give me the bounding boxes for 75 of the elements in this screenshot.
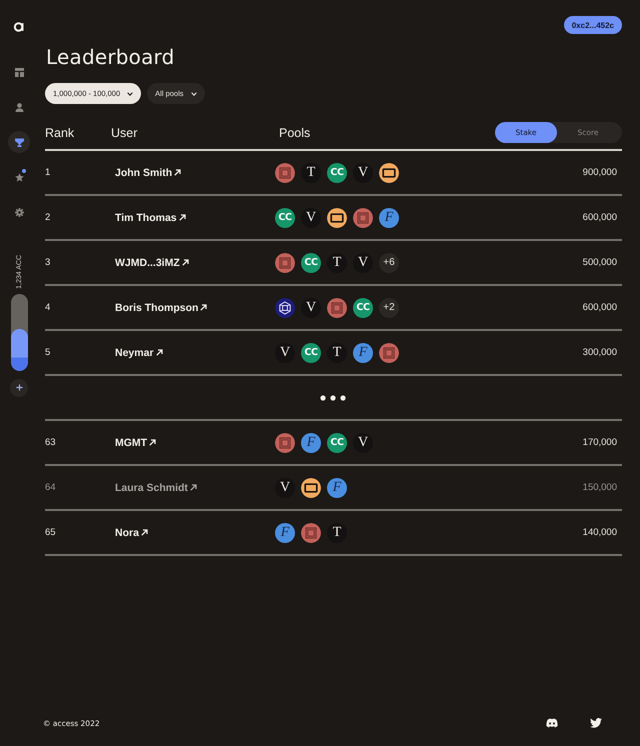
pool-logo: V — [301, 298, 321, 318]
column-header: Rank — [45, 126, 74, 140]
pool-logo: F — [301, 432, 321, 452]
pool-logo: T — [327, 342, 347, 362]
column-header: Pools — [279, 126, 310, 140]
rank-number: 5 — [45, 347, 50, 358]
arrow-up-right-icon — [182, 259, 189, 266]
pool-logo: V — [353, 162, 373, 182]
rank-number: 64 — [45, 482, 56, 493]
stake-value: 170,000 — [582, 437, 617, 448]
stake-value: 150,000 — [582, 482, 617, 493]
pool-logo: CC — [301, 252, 321, 272]
user-link[interactable]: Neymar — [115, 346, 163, 358]
pool-logo: T — [327, 252, 347, 272]
user-link[interactable]: John Smith — [115, 166, 182, 178]
page-title: Leaderboard — [46, 45, 175, 69]
pool-logo: V — [353, 432, 373, 452]
stake-value: 500,000 — [582, 257, 617, 268]
chevron-down-icon — [127, 92, 134, 96]
pool-logo: F — [275, 522, 295, 542]
arrow-up-right-icon — [156, 349, 163, 356]
user-link[interactable]: Boris Thompson — [115, 302, 208, 314]
chevron-down-icon — [190, 92, 197, 96]
rank-number: 3 — [45, 257, 50, 268]
pool-logo: CC — [327, 162, 347, 182]
user-link[interactable]: Nora — [115, 526, 148, 538]
pool-logo: F — [327, 478, 347, 498]
stake-value: 140,000 — [582, 527, 617, 538]
user-link[interactable]: WJMD...3iMZ — [115, 256, 189, 268]
rank-number: 1 — [45, 167, 50, 178]
trophy-icon — [14, 138, 24, 146]
pool-logo: V — [275, 342, 295, 362]
pool-logo: CC — [301, 342, 321, 362]
pool-logo: CC — [353, 298, 373, 318]
user-link[interactable]: Laura Schmidt — [115, 482, 197, 494]
arrow-up-right-icon — [174, 169, 182, 176]
person-icon — [14, 102, 24, 112]
ellipsis-icon — [320, 394, 346, 400]
gear-icon — [14, 208, 24, 216]
add-button[interactable] — [10, 378, 28, 397]
rank-number: 63 — [45, 437, 56, 448]
pool-logo: V — [353, 252, 373, 272]
discord-icon[interactable] — [546, 718, 558, 728]
user-link[interactable]: MGMT — [115, 436, 156, 448]
wallet-address-button[interactable]: 0xc2...452c — [564, 16, 622, 34]
stake-value: 600,000 — [582, 302, 617, 313]
pool-logo: CC — [327, 432, 347, 452]
pool-logo: T — [301, 162, 321, 182]
sidebar-nav-button[interactable] — [8, 131, 30, 153]
pool-logo: T — [327, 522, 347, 542]
rank-number: 4 — [45, 302, 50, 313]
pool-logo: V — [301, 208, 321, 228]
user-link[interactable]: Tim Thomas — [115, 212, 186, 224]
logo-icon[interactable] — [12, 20, 26, 33]
rank-number: 65 — [45, 527, 56, 538]
rank-number: 2 — [45, 212, 50, 223]
bird-icon[interactable] — [590, 718, 602, 728]
pool-logo: CC — [275, 208, 295, 228]
more-pools-count: +6 — [379, 252, 399, 272]
arrow-up-right-icon — [149, 439, 156, 446]
arrow-up-right-icon — [140, 529, 148, 536]
arrow-up-right-icon — [190, 484, 197, 491]
pool-logo: V — [275, 478, 295, 498]
arrow-up-right-icon — [200, 304, 208, 311]
stake-value: 300,000 — [582, 347, 617, 358]
stake-value: 900,000 — [582, 167, 617, 178]
plus-icon — [16, 384, 22, 392]
star-icon — [14, 172, 24, 182]
column-header: User — [111, 126, 138, 140]
arrow-up-right-icon — [178, 214, 186, 221]
more-pools-count: +2 — [379, 298, 399, 318]
pool-logo: F — [379, 208, 399, 228]
pool-logo: F — [353, 342, 373, 362]
stake-value: 600,000 — [582, 212, 617, 223]
dashboard-icon — [14, 68, 24, 76]
